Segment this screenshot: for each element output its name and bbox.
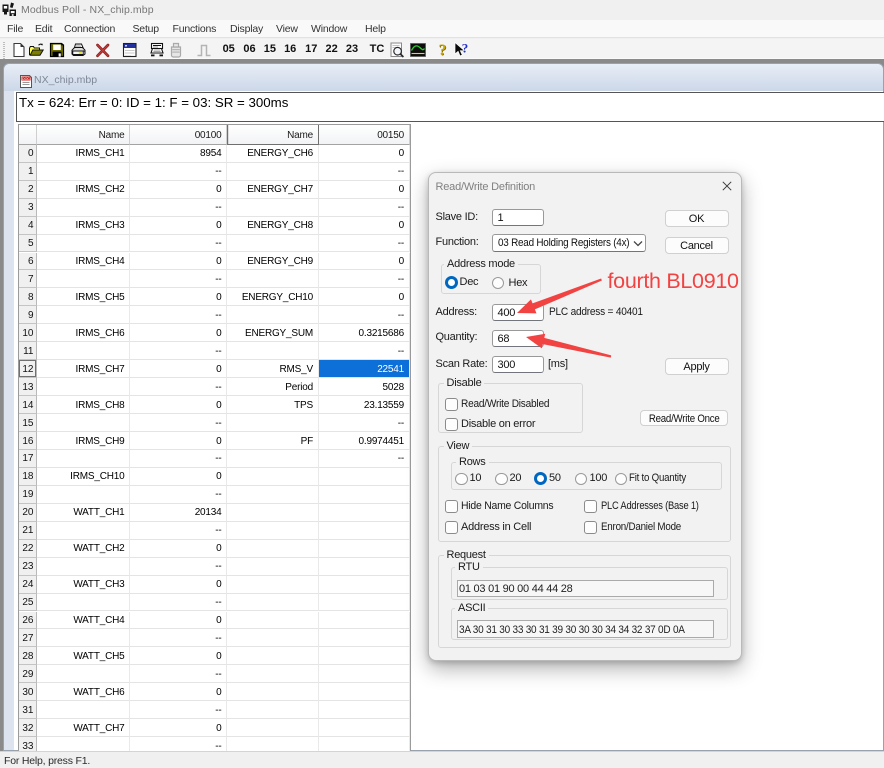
svg-text:DOC: DOC [22, 77, 30, 81]
svg-text:?: ? [462, 42, 469, 56]
